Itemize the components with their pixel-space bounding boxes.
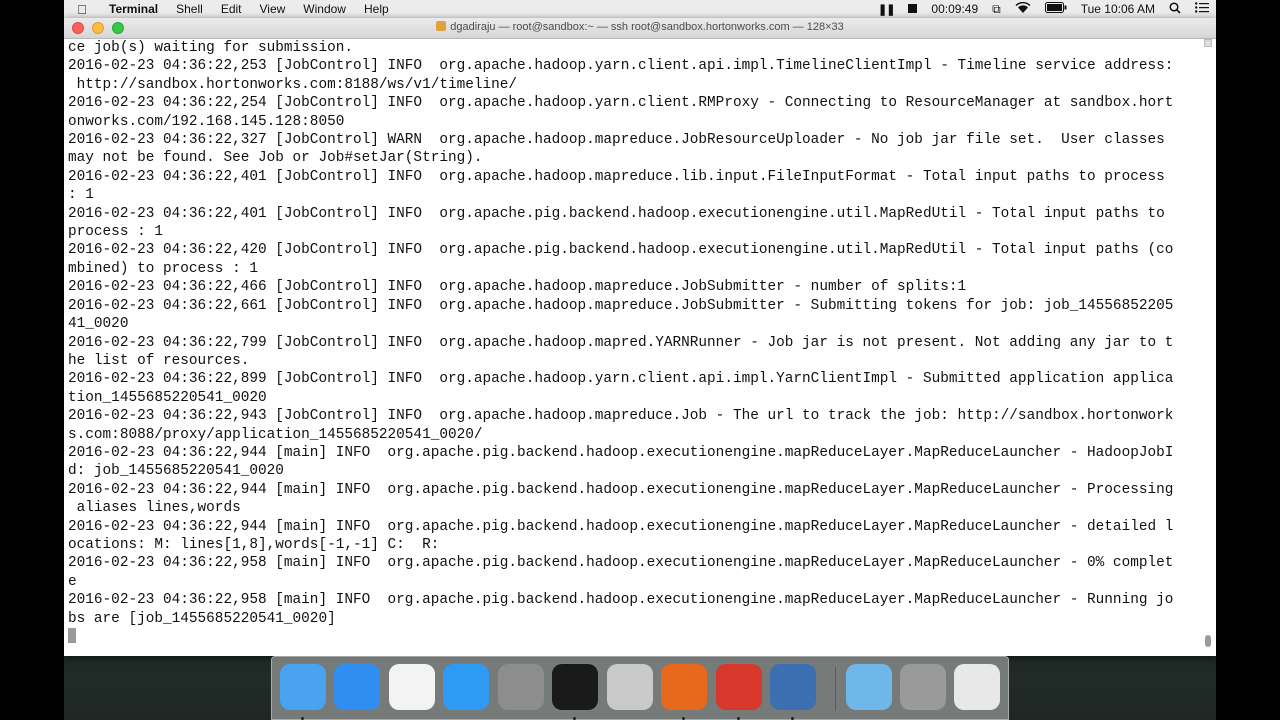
terminal-line: 2016-02-23 04:36:22,401 [JobControl] INF… (68, 205, 1165, 222)
menu-help[interactable]: Help (355, 2, 398, 16)
terminal-line: tion_1455685220541_0020 (68, 389, 267, 406)
title-bar[interactable]: dgadiraju — root@sandbox:~ — ssh root@sa… (64, 18, 1216, 39)
terminal-icon[interactable] (552, 664, 598, 710)
terminal-line: bs are [job_1455685220541_0020] (68, 610, 336, 627)
finder-icon[interactable] (280, 664, 326, 710)
screen-mirroring-icon[interactable]: ⧉ (985, 2, 1008, 17)
terminal-line: 41_0020 (68, 316, 129, 333)
home-folder-icon (436, 21, 447, 31)
applications-folder-icon[interactable] (846, 664, 892, 710)
window-title-text: dgadiraju — root@sandbox:~ — ssh root@sa… (450, 21, 844, 33)
terminal-line: process : 1 (68, 224, 163, 241)
parallels-icon[interactable] (716, 664, 762, 710)
text-cursor (68, 628, 76, 643)
network-utility-icon[interactable] (607, 664, 653, 710)
spotlight-search-icon[interactable] (1162, 1, 1188, 17)
apple-menu-icon[interactable]:  (64, 2, 100, 17)
terminal-output[interactable]: ce job(s) waiting for submission. 2016-02… (68, 39, 1196, 651)
terminal-line: aliases lines,words (68, 500, 241, 517)
terminal-window: dgadiraju — root@sandbox:~ — ssh root@sa… (64, 18, 1216, 656)
battery-icon[interactable] (1038, 2, 1074, 16)
menu-extras: ❚❚ 00:09:49 ⧉ Tue 10:06 AM (871, 0, 1216, 18)
terminal-line: 2016-02-23 04:36:22,944 [main] INFO org.… (68, 444, 1174, 461)
scroll-up-arrow-icon[interactable] (1204, 39, 1212, 47)
terminal-line: 2016-02-23 04:36:22,401 [JobControl] INF… (68, 168, 1165, 185)
trash-icon[interactable] (954, 664, 1000, 710)
app-store-icon[interactable] (443, 664, 489, 710)
desktop:  Terminal Shell Edit View Window Help ❚… (64, 0, 1216, 720)
downloads-stack-icon[interactable] (900, 664, 946, 710)
terminal-line: he list of resources. (68, 352, 250, 369)
screen-recorder-icon[interactable] (770, 664, 816, 710)
menu-shell[interactable]: Shell (167, 2, 212, 16)
notification-center-icon[interactable] (1188, 2, 1216, 16)
system-preferences-icon[interactable] (498, 664, 544, 710)
terminal-line: 2016-02-23 04:36:22,944 [main] INFO org.… (68, 518, 1174, 535)
menu-clock[interactable]: Tue 10:06 AM (1074, 2, 1162, 16)
terminal-line: s.com:8088/proxy/application_14556852205… (68, 426, 483, 443)
firefox-icon[interactable] (661, 664, 707, 710)
itunes-icon[interactable] (389, 664, 435, 710)
terminal-line: mbined) to process : 1 (68, 260, 258, 277)
terminal-prompt-line (68, 628, 1196, 647)
recording-timer: 00:09:49 (931, 2, 979, 16)
terminal-line: may not be found. See Job or Job#setJar(… (68, 150, 483, 167)
terminal-line: : 1 (68, 187, 94, 204)
menu-view[interactable]: View (251, 2, 295, 16)
terminal-line: 2016-02-23 04:36:22,899 [JobControl] INF… (68, 371, 1174, 388)
menu-window[interactable]: Window (294, 2, 355, 16)
terminal-line: 2016-02-23 04:36:22,254 [JobControl] INF… (68, 95, 1174, 112)
pause-recording-icon[interactable]: ❚❚ (871, 3, 901, 16)
terminal-line: e (68, 573, 77, 590)
terminal-line: ce job(s) waiting for submission. (68, 40, 353, 56)
stop-recording-icon[interactable] (901, 2, 924, 16)
terminal-scrollbar[interactable] (1204, 39, 1212, 651)
letterbox-left (0, 0, 64, 720)
safari-icon[interactable] (334, 664, 380, 710)
letterbox-right (1216, 0, 1280, 720)
terminal-line: 2016-02-23 04:36:22,958 [main] INFO org.… (68, 555, 1174, 572)
terminal-line: d: job_1455685220541_0020 (68, 463, 284, 480)
menu-bar:  Terminal Shell Edit View Window Help ❚… (64, 0, 1216, 19)
menu-edit[interactable]: Edit (212, 2, 251, 16)
terminal-line: 2016-02-23 04:36:22,253 [JobControl] INF… (68, 58, 1174, 75)
scroll-thumb[interactable] (1205, 635, 1211, 647)
terminal-line: 2016-02-23 04:36:22,944 [main] INFO org.… (68, 481, 1174, 498)
terminal-line: ocations: M: lines[1,8],words[-1,-1] C: … (68, 536, 440, 553)
terminal-line: onworks.com/192.168.145.128:8050 (68, 113, 345, 130)
wifi-icon[interactable] (1008, 1, 1038, 17)
terminal-line: 2016-02-23 04:36:22,799 [JobControl] INF… (68, 334, 1174, 351)
terminal-line: 2016-02-23 04:36:22,327 [JobControl] WAR… (68, 132, 1165, 149)
terminal-line: 2016-02-23 04:36:22,661 [JobControl] INF… (68, 297, 1174, 314)
menu-app-name[interactable]: Terminal (100, 2, 167, 16)
terminal-line: 2016-02-23 04:36:22,958 [main] INFO org.… (68, 592, 1174, 609)
terminal-line: http://sandbox.hortonworks.com:8188/ws/v… (68, 76, 518, 93)
dock-separator (835, 667, 836, 711)
terminal-line: 2016-02-23 04:36:22,943 [JobControl] INF… (68, 408, 1174, 425)
terminal-line: 2016-02-23 04:36:22,420 [JobControl] INF… (68, 242, 1174, 259)
dock (271, 656, 1009, 720)
terminal-line: 2016-02-23 04:36:22,466 [JobControl] INF… (68, 279, 967, 296)
window-title: dgadiraju — root@sandbox:~ — ssh root@sa… (64, 21, 1216, 33)
